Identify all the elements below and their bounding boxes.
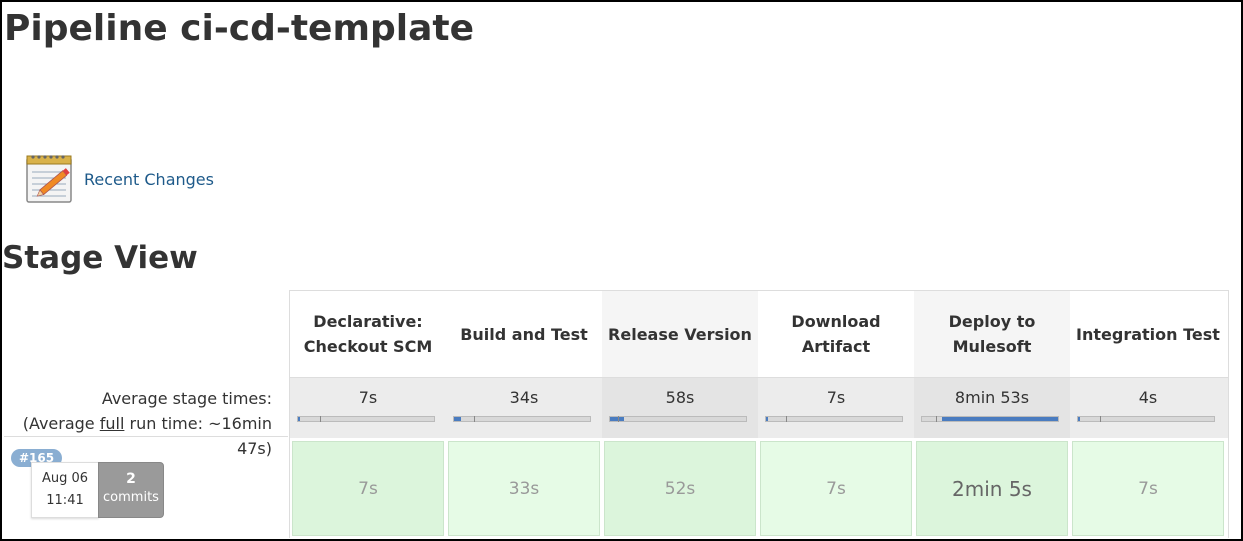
commits-count: 2 (126, 471, 136, 487)
recent-changes[interactable]: Recent Changes (24, 150, 214, 204)
avg-label-prefix: (Average (22, 414, 100, 433)
stage-header[interactable]: Deploy to Mulesoft (914, 291, 1070, 377)
stage-header-row: Declarative: Checkout SCM Build and Test… (290, 291, 1228, 377)
page-title: Pipeline ci-cd-template (4, 8, 475, 49)
avg-progress-bar (297, 416, 435, 422)
avg-progress-fill (942, 417, 1058, 421)
build-run-row: 7s 33s 52s 7s 2min 5s 7s (290, 439, 1228, 538)
recent-changes-link[interactable]: Recent Changes (84, 170, 214, 189)
average-times-row: 7s 34s 58s 7s 8min 53s 4s (290, 377, 1228, 438)
progress-tick (1100, 416, 1101, 422)
stage-header[interactable]: Download Artifact (758, 291, 914, 377)
build-date-box: Aug 06 11:41 (31, 462, 99, 518)
stage-run-cell[interactable]: 52s (604, 441, 756, 536)
avg-time-cell: 7s (758, 378, 914, 438)
avg-label-suffix: run time: ~16min (124, 414, 272, 433)
build-time: 11:41 (46, 493, 84, 508)
divider (4, 436, 288, 437)
progress-tick (320, 416, 321, 422)
stage-view-table: Declarative: Checkout SCM Build and Test… (289, 290, 1229, 538)
stage-run-cell[interactable]: 7s (1072, 441, 1224, 536)
progress-tick (936, 416, 937, 422)
stage-run-cell[interactable]: 2min 5s (916, 441, 1068, 536)
stage-run-cell[interactable]: 7s (760, 441, 912, 536)
avg-time-cell: 8min 53s (914, 378, 1070, 438)
avg-time-cell: 58s (602, 378, 758, 438)
avg-time: 7s (826, 388, 846, 407)
avg-progress-fill (1078, 417, 1080, 421)
commits-label: commits (103, 490, 159, 505)
avg-progress-fill (610, 417, 624, 421)
avg-time-cell: 4s (1070, 378, 1226, 438)
avg-time: 7s (358, 388, 378, 407)
progress-tick (618, 416, 619, 422)
stage-header[interactable]: Build and Test (446, 291, 602, 377)
avg-label-line2: (Average full run time: ~16min (12, 411, 272, 436)
avg-label-full: full (99, 414, 125, 433)
avg-progress-fill (454, 417, 461, 421)
stage-view-title: Stage View (2, 240, 198, 276)
stage-run-cell[interactable]: 33s (448, 441, 600, 536)
avg-time: 58s (665, 388, 695, 407)
avg-progress-bar (1077, 416, 1215, 422)
stage-header[interactable]: Declarative: Checkout SCM (290, 291, 446, 377)
avg-label-line1: Average stage times: (101, 389, 272, 408)
avg-progress-bar (765, 416, 903, 422)
avg-progress-bar (921, 416, 1059, 422)
avg-progress-fill (298, 417, 300, 421)
commits-button[interactable]: 2 commits (98, 462, 164, 518)
avg-time-cell: 7s (290, 378, 446, 438)
progress-tick (786, 416, 787, 422)
stage-run-cell[interactable]: 7s (292, 441, 444, 536)
avg-time-cell: 34s (446, 378, 602, 438)
stage-header[interactable]: Integration Test (1070, 291, 1226, 377)
avg-progress-bar (609, 416, 747, 422)
avg-progress-fill (766, 417, 768, 421)
avg-time: 8min 53s (954, 388, 1030, 407)
avg-progress-bar (453, 416, 591, 422)
avg-time: 4s (1138, 388, 1158, 407)
notepad-pencil-icon (26, 155, 72, 203)
avg-time: 34s (509, 388, 539, 407)
progress-tick (474, 416, 475, 422)
build-date: Aug 06 (41, 471, 89, 486)
stage-header[interactable]: Release Version (602, 291, 758, 377)
